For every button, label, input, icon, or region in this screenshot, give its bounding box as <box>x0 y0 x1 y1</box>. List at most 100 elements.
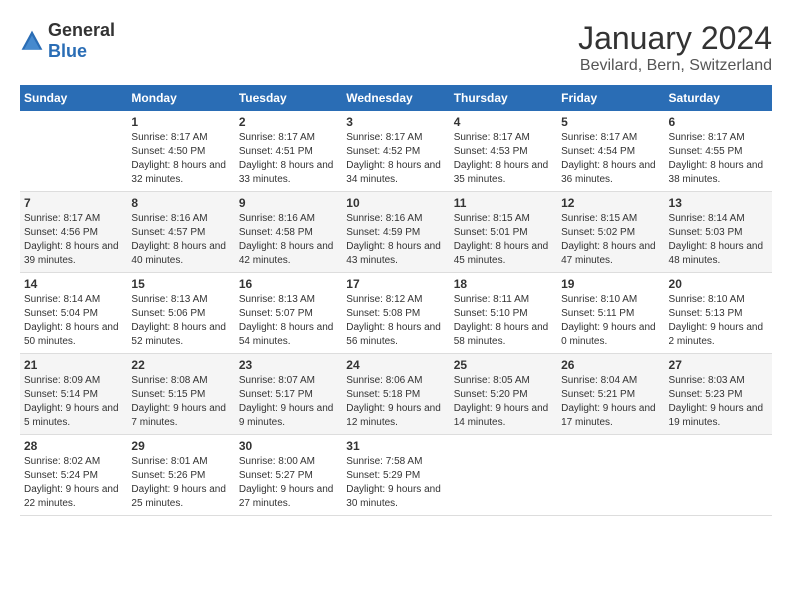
day-cell: 23 Sunrise: 8:07 AMSunset: 5:17 PMDaylig… <box>235 354 342 435</box>
header-sunday: Sunday <box>20 85 127 111</box>
day-number: 27 <box>669 358 768 372</box>
day-cell: 14 Sunrise: 8:14 AMSunset: 5:04 PMDaylig… <box>20 273 127 354</box>
day-number: 4 <box>454 115 553 129</box>
day-number: 12 <box>561 196 660 210</box>
day-number: 13 <box>669 196 768 210</box>
day-info: Sunrise: 7:58 AMSunset: 5:29 PMDaylight:… <box>346 456 441 509</box>
header-monday: Monday <box>127 85 234 111</box>
day-cell: 1 Sunrise: 8:17 AMSunset: 4:50 PMDayligh… <box>127 111 234 192</box>
day-info: Sunrise: 8:13 AMSunset: 5:06 PMDaylight:… <box>131 294 226 347</box>
day-number: 21 <box>24 358 123 372</box>
logo-blue: Blue <box>48 41 87 61</box>
day-info: Sunrise: 8:16 AMSunset: 4:59 PMDaylight:… <box>346 213 441 266</box>
day-info: Sunrise: 8:16 AMSunset: 4:58 PMDaylight:… <box>239 213 334 266</box>
day-number: 5 <box>561 115 660 129</box>
day-info: Sunrise: 8:10 AMSunset: 5:13 PMDaylight:… <box>669 294 764 347</box>
day-info: Sunrise: 8:03 AMSunset: 5:23 PMDaylight:… <box>669 375 764 428</box>
week-row-2: 14 Sunrise: 8:14 AMSunset: 5:04 PMDaylig… <box>20 273 772 354</box>
day-cell: 28 Sunrise: 8:02 AMSunset: 5:24 PMDaylig… <box>20 435 127 516</box>
day-info: Sunrise: 8:11 AMSunset: 5:10 PMDaylight:… <box>454 294 549 347</box>
day-cell: 15 Sunrise: 8:13 AMSunset: 5:06 PMDaylig… <box>127 273 234 354</box>
day-cell: 6 Sunrise: 8:17 AMSunset: 4:55 PMDayligh… <box>665 111 772 192</box>
day-info: Sunrise: 8:01 AMSunset: 5:26 PMDaylight:… <box>131 456 226 509</box>
day-cell: 27 Sunrise: 8:03 AMSunset: 5:23 PMDaylig… <box>665 354 772 435</box>
day-info: Sunrise: 8:07 AMSunset: 5:17 PMDaylight:… <box>239 375 334 428</box>
day-info: Sunrise: 8:15 AMSunset: 5:02 PMDaylight:… <box>561 213 656 266</box>
day-cell: 3 Sunrise: 8:17 AMSunset: 4:52 PMDayligh… <box>342 111 449 192</box>
day-number: 23 <box>239 358 338 372</box>
day-info: Sunrise: 8:04 AMSunset: 5:21 PMDaylight:… <box>561 375 656 428</box>
day-info: Sunrise: 8:10 AMSunset: 5:11 PMDaylight:… <box>561 294 656 347</box>
day-cell: 25 Sunrise: 8:05 AMSunset: 5:20 PMDaylig… <box>450 354 557 435</box>
day-cell: 12 Sunrise: 8:15 AMSunset: 5:02 PMDaylig… <box>557 192 664 273</box>
day-cell: 11 Sunrise: 8:15 AMSunset: 5:01 PMDaylig… <box>450 192 557 273</box>
day-number: 17 <box>346 277 445 291</box>
header-tuesday: Tuesday <box>235 85 342 111</box>
day-info: Sunrise: 8:08 AMSunset: 5:15 PMDaylight:… <box>131 375 226 428</box>
header-wednesday: Wednesday <box>342 85 449 111</box>
week-row-0: 1 Sunrise: 8:17 AMSunset: 4:50 PMDayligh… <box>20 111 772 192</box>
day-info: Sunrise: 8:17 AMSunset: 4:53 PMDaylight:… <box>454 132 549 185</box>
day-info: Sunrise: 8:14 AMSunset: 5:03 PMDaylight:… <box>669 213 764 266</box>
day-number: 30 <box>239 439 338 453</box>
calendar-body: 1 Sunrise: 8:17 AMSunset: 4:50 PMDayligh… <box>20 111 772 516</box>
week-row-4: 28 Sunrise: 8:02 AMSunset: 5:24 PMDaylig… <box>20 435 772 516</box>
day-number: 6 <box>669 115 768 129</box>
header-row: Sunday Monday Tuesday Wednesday Thursday… <box>20 85 772 111</box>
day-info: Sunrise: 8:00 AMSunset: 5:27 PMDaylight:… <box>239 456 334 509</box>
day-cell: 26 Sunrise: 8:04 AMSunset: 5:21 PMDaylig… <box>557 354 664 435</box>
day-info: Sunrise: 8:14 AMSunset: 5:04 PMDaylight:… <box>24 294 119 347</box>
day-number: 22 <box>131 358 230 372</box>
day-cell: 22 Sunrise: 8:08 AMSunset: 5:15 PMDaylig… <box>127 354 234 435</box>
day-info: Sunrise: 8:13 AMSunset: 5:07 PMDaylight:… <box>239 294 334 347</box>
day-cell: 29 Sunrise: 8:01 AMSunset: 5:26 PMDaylig… <box>127 435 234 516</box>
day-cell: 20 Sunrise: 8:10 AMSunset: 5:13 PMDaylig… <box>665 273 772 354</box>
day-cell: 2 Sunrise: 8:17 AMSunset: 4:51 PMDayligh… <box>235 111 342 192</box>
day-cell: 5 Sunrise: 8:17 AMSunset: 4:54 PMDayligh… <box>557 111 664 192</box>
day-cell: 8 Sunrise: 8:16 AMSunset: 4:57 PMDayligh… <box>127 192 234 273</box>
day-info: Sunrise: 8:05 AMSunset: 5:20 PMDaylight:… <box>454 375 549 428</box>
day-info: Sunrise: 8:15 AMSunset: 5:01 PMDaylight:… <box>454 213 549 266</box>
day-number: 24 <box>346 358 445 372</box>
day-cell: 17 Sunrise: 8:12 AMSunset: 5:08 PMDaylig… <box>342 273 449 354</box>
header-saturday: Saturday <box>665 85 772 111</box>
day-info: Sunrise: 8:06 AMSunset: 5:18 PMDaylight:… <box>346 375 441 428</box>
day-number: 10 <box>346 196 445 210</box>
day-number: 25 <box>454 358 553 372</box>
day-number: 7 <box>24 196 123 210</box>
day-number: 29 <box>131 439 230 453</box>
day-cell: 10 Sunrise: 8:16 AMSunset: 4:59 PMDaylig… <box>342 192 449 273</box>
calendar-table: Sunday Monday Tuesday Wednesday Thursday… <box>20 85 772 516</box>
main-title: January 2024 <box>578 20 772 57</box>
day-info: Sunrise: 8:09 AMSunset: 5:14 PMDaylight:… <box>24 375 119 428</box>
day-cell: 21 Sunrise: 8:09 AMSunset: 5:14 PMDaylig… <box>20 354 127 435</box>
day-number: 2 <box>239 115 338 129</box>
logo-text: General Blue <box>48 20 115 62</box>
day-info: Sunrise: 8:17 AMSunset: 4:56 PMDaylight:… <box>24 213 119 266</box>
day-info: Sunrise: 8:17 AMSunset: 4:50 PMDaylight:… <box>131 132 226 185</box>
day-number: 31 <box>346 439 445 453</box>
day-number: 26 <box>561 358 660 372</box>
week-row-1: 7 Sunrise: 8:17 AMSunset: 4:56 PMDayligh… <box>20 192 772 273</box>
day-info: Sunrise: 8:16 AMSunset: 4:57 PMDaylight:… <box>131 213 226 266</box>
day-number: 3 <box>346 115 445 129</box>
day-info: Sunrise: 8:17 AMSunset: 4:55 PMDaylight:… <box>669 132 764 185</box>
day-info: Sunrise: 8:12 AMSunset: 5:08 PMDaylight:… <box>346 294 441 347</box>
logo-icon <box>20 29 44 53</box>
calendar-header: Sunday Monday Tuesday Wednesday Thursday… <box>20 85 772 111</box>
day-number: 14 <box>24 277 123 291</box>
day-cell: 18 Sunrise: 8:11 AMSunset: 5:10 PMDaylig… <box>450 273 557 354</box>
day-info: Sunrise: 8:17 AMSunset: 4:54 PMDaylight:… <box>561 132 656 185</box>
logo-general: General <box>48 20 115 40</box>
day-number: 11 <box>454 196 553 210</box>
day-cell: 31 Sunrise: 7:58 AMSunset: 5:29 PMDaylig… <box>342 435 449 516</box>
day-cell: 30 Sunrise: 8:00 AMSunset: 5:27 PMDaylig… <box>235 435 342 516</box>
day-cell: 13 Sunrise: 8:14 AMSunset: 5:03 PMDaylig… <box>665 192 772 273</box>
day-info: Sunrise: 8:02 AMSunset: 5:24 PMDaylight:… <box>24 456 119 509</box>
subtitle: Bevilard, Bern, Switzerland <box>578 57 772 75</box>
day-number: 19 <box>561 277 660 291</box>
header: General Blue January 2024 Bevilard, Bern… <box>20 20 772 75</box>
day-number: 18 <box>454 277 553 291</box>
title-section: January 2024 Bevilard, Bern, Switzerland <box>578 20 772 75</box>
week-row-3: 21 Sunrise: 8:09 AMSunset: 5:14 PMDaylig… <box>20 354 772 435</box>
